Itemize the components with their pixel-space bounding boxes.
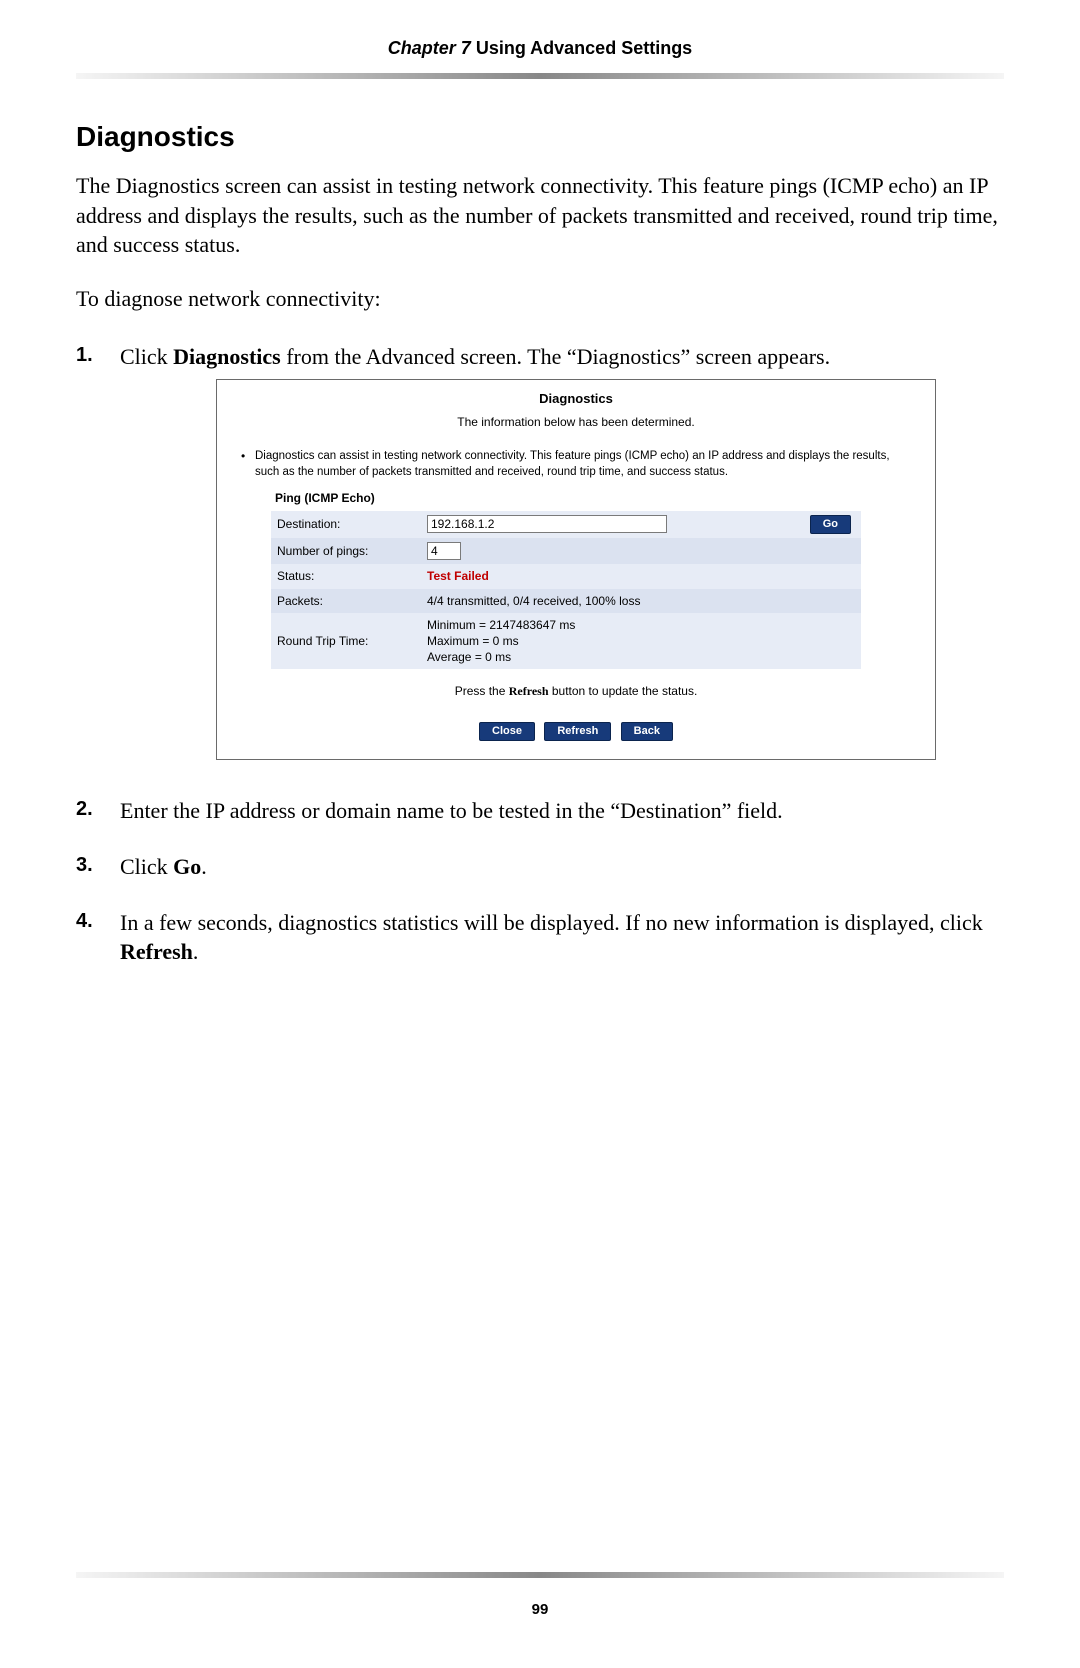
row-destination: Destination: Go: [271, 511, 861, 539]
chapter-label: Chapter 7: [388, 38, 471, 58]
panel-title: Diagnostics: [227, 390, 925, 408]
status-value: Test Failed: [427, 569, 489, 583]
status-label: Status:: [271, 564, 421, 588]
panel-subtitle: The information below has been determine…: [227, 414, 925, 430]
row-pings: Number of pings:: [271, 538, 861, 564]
page-number: 99: [0, 1601, 1080, 1618]
pings-label: Number of pings:: [271, 538, 421, 564]
rtt-value: Minimum = 2147483647 ms Maximum = 0 ms A…: [421, 613, 861, 670]
panel-note: Diagnostics can assist in testing networ…: [241, 448, 911, 480]
pings-input[interactable]: [427, 542, 461, 560]
destination-input[interactable]: [427, 515, 667, 533]
close-button[interactable]: Close: [479, 722, 535, 742]
diagnostics-table: Destination: Go Number of pings:: [271, 511, 861, 670]
destination-label: Destination:: [271, 511, 421, 539]
intro-paragraph: The Diagnostics screen can assist in tes…: [76, 171, 1004, 260]
chapter-title: Using Advanced Settings: [476, 38, 692, 58]
refresh-note: Press the Refresh button to update the s…: [227, 683, 925, 699]
row-packets: Packets: 4/4 transmitted, 0/4 received, …: [271, 589, 861, 613]
refresh-button[interactable]: Refresh: [544, 722, 611, 742]
step-2: Enter the IP address or domain name to b…: [76, 796, 1004, 826]
step-3: Click Go.: [76, 852, 1004, 882]
panel-button-row: Close Refresh Back: [227, 722, 925, 742]
section-title: Diagnostics: [76, 121, 1004, 153]
step-1: Click Diagnostics from the Advanced scre…: [76, 342, 1004, 761]
chapter-header: Chapter 7 Using Advanced Settings: [76, 38, 1004, 59]
step-4: In a few seconds, diagnostics statistics…: [76, 908, 1004, 967]
row-status: Status: Test Failed: [271, 564, 861, 588]
row-rtt: Round Trip Time: Minimum = 2147483647 ms…: [271, 613, 861, 670]
header-rule: [76, 73, 1004, 79]
ping-heading: Ping (ICMP Echo): [275, 490, 925, 506]
back-button[interactable]: Back: [621, 722, 673, 742]
rtt-label: Round Trip Time:: [271, 613, 421, 670]
footer-rule: [76, 1572, 1004, 1578]
go-button[interactable]: Go: [810, 515, 851, 535]
instruction-line: To diagnose network connectivity:: [76, 284, 1004, 314]
diagnostics-screenshot: Diagnostics The information below has be…: [216, 379, 936, 760]
packets-label: Packets:: [271, 589, 421, 613]
packets-value: 4/4 transmitted, 0/4 received, 100% loss: [421, 589, 861, 613]
